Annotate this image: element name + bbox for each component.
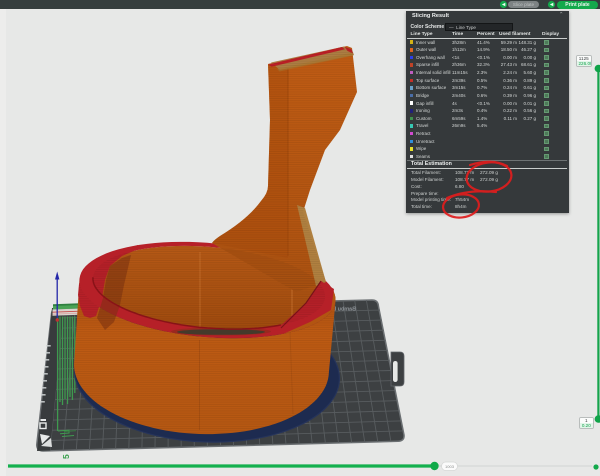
svg-text:5: 5 [61, 454, 71, 459]
